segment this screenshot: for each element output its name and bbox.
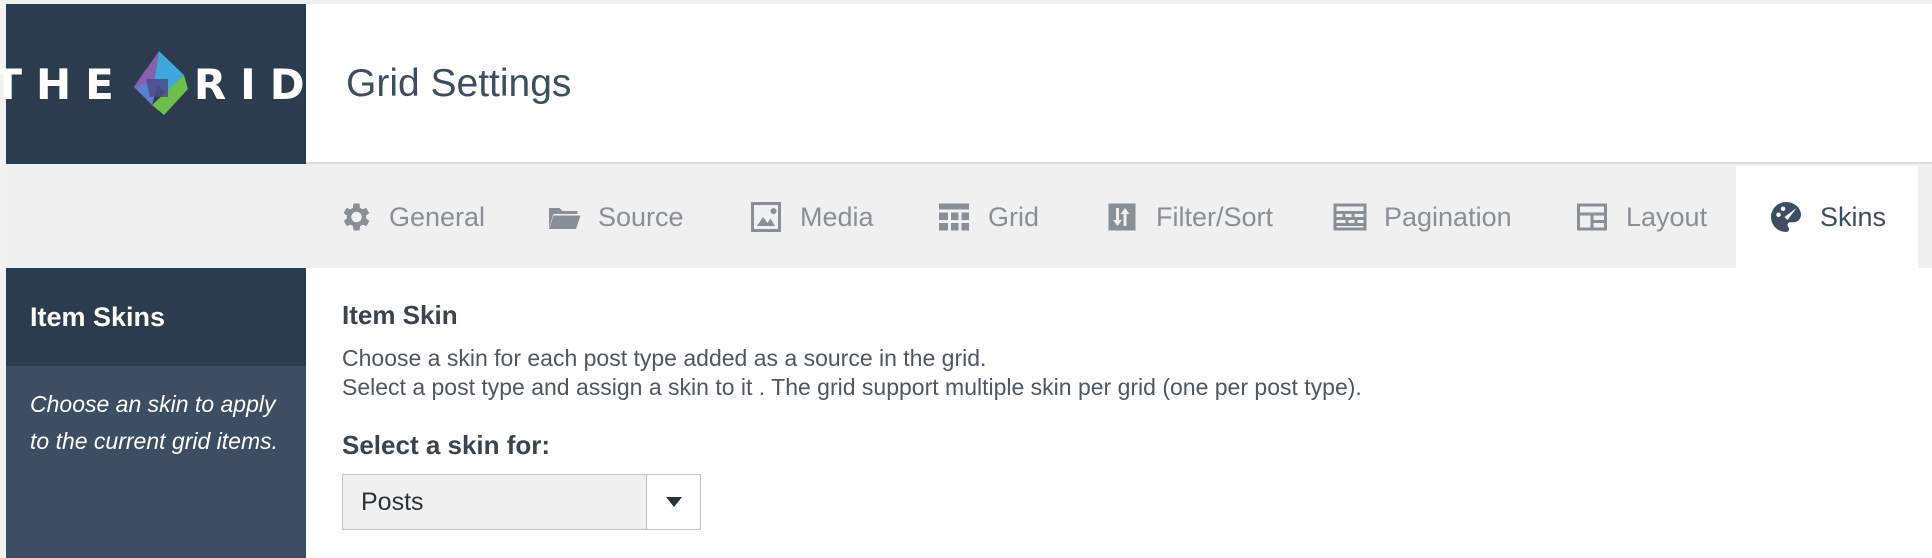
pagination-icon — [1333, 203, 1367, 231]
tab-label: Skins — [1820, 201, 1887, 232]
caret-down-icon — [665, 497, 682, 507]
tab-source[interactable]: Source — [546, 166, 684, 268]
settings-main-panel: Item Skin Choose a skin for each post ty… — [306, 268, 1932, 558]
tab-label: Pagination — [1384, 201, 1512, 232]
filter-sort-icon — [1108, 203, 1136, 231]
sidebar-title: Item Skins — [6, 268, 306, 366]
sidebar-description: Choose an skin to apply to the current g… — [30, 391, 278, 454]
the-grid-logo: THE RID — [0, 4, 306, 164]
grid-icon — [939, 203, 969, 231]
tab-media[interactable]: Media — [748, 166, 874, 268]
folder-icon — [549, 208, 581, 229]
post-type-select[interactable]: Posts — [342, 474, 701, 530]
section-description-line-1: Choose a skin for each post type added a… — [342, 345, 987, 371]
tab-label: Media — [800, 201, 874, 232]
tabs-bar: General Source Media Grid Filter/Sort Pa… — [6, 166, 1932, 268]
settings-sidebar: Item Skins Choose an skin to apply to th… — [6, 268, 306, 558]
tab-label: Layout — [1626, 201, 1708, 232]
logo-text-right: RID — [193, 59, 319, 109]
select-dropdown-button[interactable] — [646, 475, 700, 529]
gear-icon — [343, 203, 370, 231]
tab-general[interactable]: General — [337, 166, 485, 268]
header-bar: Grid Settings — [306, 4, 1932, 164]
tab-skins[interactable]: Skins — [1736, 166, 1919, 268]
tab-label: Grid — [988, 201, 1040, 232]
logo-text-left: THE — [0, 59, 128, 109]
section-title: Item Skin — [342, 300, 458, 330]
layout-icon — [1577, 203, 1607, 231]
section-description-line-2: Select a post type and assign a skin to … — [342, 374, 1362, 400]
tab-grid[interactable]: Grid — [936, 166, 1039, 268]
tab-pagination[interactable]: Pagination — [1332, 166, 1512, 268]
image-icon — [751, 202, 781, 232]
tab-label: Source — [598, 201, 684, 232]
tab-label: Filter/Sort — [1156, 201, 1274, 232]
tab-label: General — [389, 201, 486, 232]
logo-mark-icon — [133, 51, 188, 115]
palette-icon — [1771, 202, 1801, 232]
tab-filter-sort[interactable]: Filter/Sort — [1104, 166, 1273, 268]
tab-layout[interactable]: Layout — [1574, 166, 1707, 268]
page-title: Grid Settings — [346, 62, 572, 105]
logo-wordmark: THE RID — [0, 49, 319, 119]
select-current-value: Posts — [361, 487, 424, 516]
select-skin-label: Select a skin for: — [342, 430, 551, 460]
